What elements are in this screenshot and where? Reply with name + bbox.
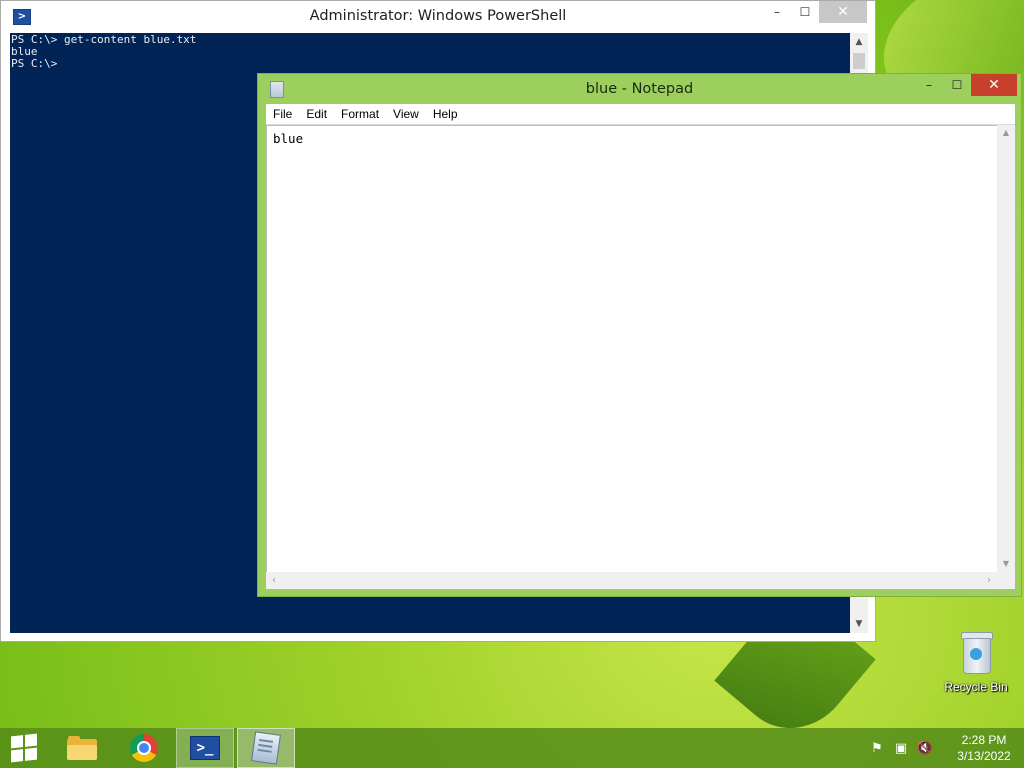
- scroll-up-icon[interactable]: ▲: [850, 33, 868, 51]
- vertical-scrollbar[interactable]: ▲ ▼: [997, 125, 1015, 572]
- taskbar-notepad[interactable]: [237, 728, 295, 768]
- console-line: PS C:\> get-content blue.txt: [11, 33, 197, 46]
- maximize-button[interactable]: ☐: [791, 1, 819, 23]
- window-controls: – ☐ ✕: [763, 1, 867, 23]
- console-line: PS C:\>: [11, 57, 58, 70]
- volume-muted-icon[interactable]: 🔇: [914, 737, 936, 759]
- menu-help[interactable]: Help: [426, 107, 465, 121]
- recycle-bin-icon: [959, 630, 993, 674]
- minimize-button[interactable]: –: [763, 1, 791, 23]
- notepad-titlebar[interactable]: blue - Notepad – ☐ ✕: [258, 74, 1021, 104]
- chrome-icon: [130, 734, 158, 762]
- scroll-down-icon[interactable]: ▼: [850, 615, 868, 633]
- menu-view[interactable]: View: [386, 107, 426, 121]
- console-line: blue: [11, 45, 38, 58]
- scroll-right-icon[interactable]: ›: [981, 572, 997, 589]
- scroll-left-icon[interactable]: ‹: [266, 572, 282, 589]
- window-title: Administrator: Windows PowerShell: [309, 8, 567, 24]
- maximize-button[interactable]: ☐: [943, 74, 971, 96]
- taskbar: >_ ⚑ ▣ 🔇 2:28 PM 3/13/2022: [0, 728, 1024, 768]
- window-title: blue - Notepad: [585, 81, 694, 97]
- size-grip[interactable]: [997, 572, 1015, 589]
- scroll-up-icon[interactable]: ▲: [997, 125, 1015, 141]
- close-button[interactable]: ✕: [819, 1, 867, 23]
- text-editor[interactable]: blue: [266, 125, 997, 572]
- menu-format[interactable]: Format: [334, 107, 386, 121]
- window-controls: – ☐ ✕: [915, 74, 1017, 96]
- menu-bar: File Edit Format View Help: [266, 104, 1015, 125]
- clock-date: 3/13/2022: [957, 749, 1011, 763]
- clock-time: 2:28 PM: [961, 733, 1007, 747]
- action-center-flag-icon[interactable]: ⚑: [866, 737, 888, 759]
- powershell-titlebar[interactable]: > Administrator: Windows PowerShell – ☐ …: [1, 1, 875, 33]
- taskbar-powershell[interactable]: >_: [176, 728, 234, 768]
- scrollbar-thumb[interactable]: [853, 53, 865, 69]
- horizontal-scrollbar[interactable]: ‹ ›: [266, 572, 997, 589]
- desktop-icon-recycle-bin[interactable]: Recycle Bin: [938, 630, 1014, 694]
- close-button[interactable]: ✕: [971, 74, 1017, 96]
- powershell-icon: >_: [190, 736, 220, 760]
- notepad-icon: [251, 731, 281, 765]
- network-icon[interactable]: ▣: [890, 737, 912, 759]
- clock[interactable]: 2:28 PM 3/13/2022: [944, 732, 1024, 764]
- taskbar-chrome[interactable]: [118, 728, 170, 768]
- system-tray: ⚑ ▣ 🔇 2:28 PM 3/13/2022: [866, 728, 1024, 768]
- start-icon: [11, 733, 37, 763]
- notepad-window[interactable]: blue - Notepad – ☐ ✕ File Edit Format Vi…: [257, 73, 1022, 597]
- menu-file[interactable]: File: [266, 107, 299, 121]
- file-explorer-icon: [67, 736, 97, 760]
- menu-edit[interactable]: Edit: [299, 107, 334, 121]
- scroll-down-icon[interactable]: ▼: [997, 556, 1015, 572]
- minimize-button[interactable]: –: [915, 74, 943, 96]
- start-button[interactable]: [0, 728, 48, 768]
- taskbar-file-explorer[interactable]: [56, 728, 108, 768]
- desktop-icon-label: Recycle Bin: [944, 680, 1008, 694]
